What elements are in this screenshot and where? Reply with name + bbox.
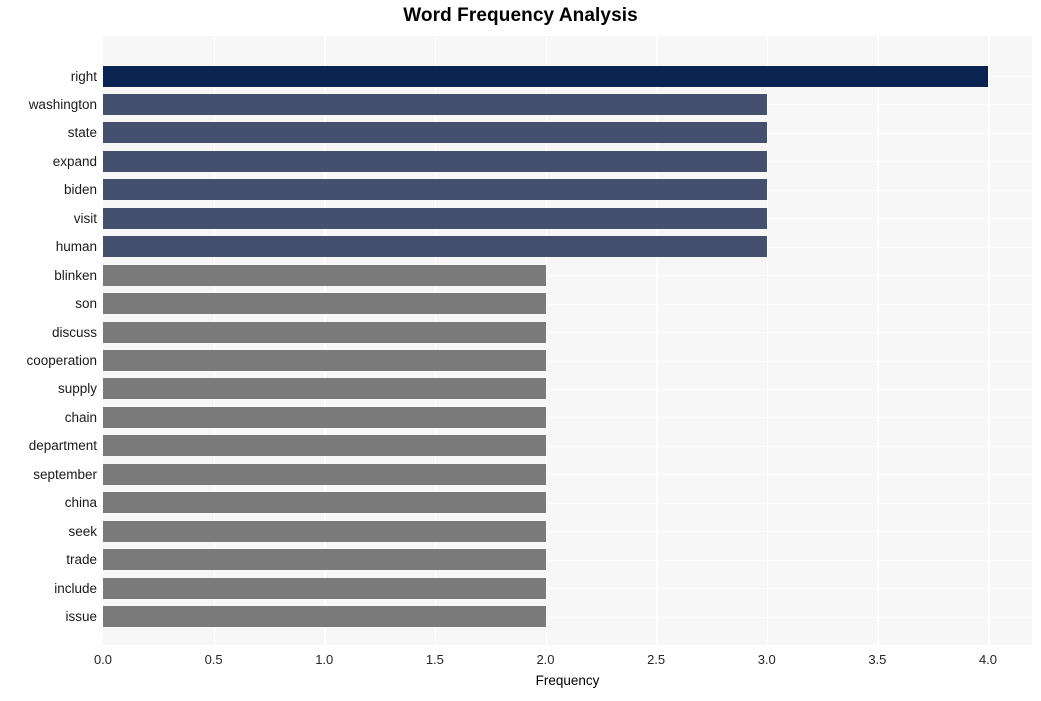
x-axis-tick-label: 0.0 <box>93 652 113 667</box>
chart-figure: Word Frequency Analysis right washington s… <box>0 0 1041 701</box>
y-axis-tick-label: discuss <box>51 324 97 340</box>
gridline-vertical <box>766 36 769 645</box>
y-axis-tick-label: supply <box>57 381 97 397</box>
y-axis-tick-label: biden <box>63 182 97 198</box>
x-axis-tick-label: 3.5 <box>868 652 887 667</box>
bar <box>103 207 767 229</box>
y-axis-tick-label: department <box>28 438 97 454</box>
bar <box>103 549 546 571</box>
y-axis-tick-label: washington <box>28 96 97 112</box>
plot-area <box>103 36 1032 645</box>
x-axis-tick-label: 3.0 <box>757 652 776 667</box>
x-axis-tick-label: 0.5 <box>204 652 223 667</box>
y-axis-tick-label: state <box>67 125 97 141</box>
y-axis-tick-label: seek <box>68 523 97 539</box>
x-axis-title: Frequency <box>535 673 600 688</box>
bar <box>103 293 546 315</box>
x-axis-tick-label: 1.5 <box>425 652 444 667</box>
bar <box>103 65 988 87</box>
bar <box>103 406 546 428</box>
bar <box>103 122 767 144</box>
y-axis-tick-label: human <box>55 239 97 255</box>
x-axis-tick-label: 4.0 <box>978 652 998 667</box>
x-axis-ticks: 0.0 0.5 1.0 1.5 2.0 2.5 3.0 3.5 4.0 <box>94 645 1032 675</box>
gridline-vertical <box>988 36 990 645</box>
gridline-vertical <box>877 36 879 645</box>
bar <box>103 606 546 628</box>
bar <box>103 520 546 542</box>
bar <box>103 321 546 343</box>
y-axis-tick-label: son <box>75 296 97 312</box>
x-axis-tick-label: 1.0 <box>315 652 334 667</box>
bar <box>103 350 546 371</box>
y-axis-tick-label: chain <box>64 409 97 425</box>
x-axis-tick-label: 2.5 <box>647 652 666 667</box>
bar <box>103 264 546 286</box>
x-axis-tick-label: 2.0 <box>536 652 555 667</box>
bar <box>103 435 546 457</box>
page-title: Word Frequency Analysis <box>403 5 638 26</box>
y-axis-tick-label: blinken <box>54 267 97 283</box>
y-axis-tick-label: visit <box>73 210 97 226</box>
y-axis-tick-label: china <box>64 495 97 511</box>
bar <box>103 179 767 201</box>
y-axis-labels: right washington state expand biden visit huma… <box>0 36 97 645</box>
bar <box>103 150 767 172</box>
y-axis-tick-label: trade <box>66 552 97 568</box>
bar <box>103 378 546 400</box>
y-axis-tick-label: september <box>33 466 97 482</box>
bar <box>103 577 546 599</box>
y-axis-tick-label: expand <box>52 153 97 169</box>
y-axis-tick-label: right <box>70 68 97 84</box>
y-axis-tick-label: include <box>54 580 97 596</box>
y-axis-tick-label: cooperation <box>26 353 97 368</box>
bar <box>103 93 767 115</box>
bar <box>103 236 767 258</box>
bar <box>103 492 546 514</box>
y-axis-tick-label: issue <box>65 609 97 625</box>
bar <box>103 463 546 485</box>
